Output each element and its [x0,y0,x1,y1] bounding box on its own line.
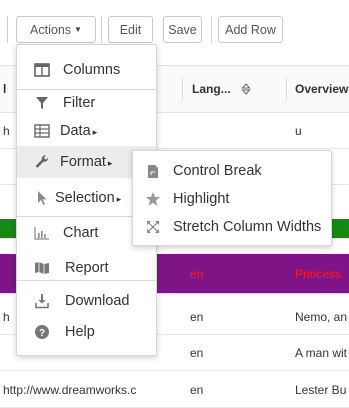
menu-item-label: Help [65,324,95,340]
column-separator [286,77,287,101]
table-cell[interactable]: Nemo, an [295,299,349,334]
add-row-button-label: Add Row [225,22,276,37]
menu-item-label: Chart [63,225,99,241]
table-cell[interactable]: en [190,254,280,293]
table-cell[interactable] [190,113,280,148]
download-icon [33,292,51,310]
caret-down-icon: ▼ [74,25,82,34]
toolbar-divider [101,16,102,43]
cursor-icon [33,189,51,207]
format-submenu: Control Break Highlight Stretch Column W… [132,150,332,246]
menu-item-label: Selection [55,190,115,206]
sort-icon[interactable] [241,83,251,95]
toolbar: Actions ▼ Edit Save Add Row [0,0,349,48]
edit-button-label: Edit [119,22,142,37]
add-row-button[interactable]: Add Row [218,16,283,43]
table-cell[interactable]: en [190,335,280,370]
column-header[interactable]: l [3,66,6,112]
menu-item-label: Format [60,154,106,170]
toolbar-divider [7,16,8,43]
table-row[interactable]: http://www.dreamworks.c en Lester Bu [0,372,349,408]
table-cell[interactable]: u [295,113,349,148]
menu-item-label: Filter [63,95,96,111]
menu-item-columns[interactable]: Columns [17,54,156,86]
help-icon: ? [33,323,51,341]
submenu-arrow-icon: ▸ [116,194,122,204]
menu-item-help[interactable]: ? Help [17,316,156,348]
submenu-arrow-icon: ▸ [107,158,113,168]
submenu-item-label: Highlight [173,191,230,207]
column-header-language[interactable]: Lang... [192,66,251,112]
menu-item-label: Report [65,260,109,276]
actions-button-label: Actions [30,22,72,37]
save-button-label: Save [168,22,197,37]
toolbar-divider [211,16,212,43]
table-cell[interactable]: Princess [295,254,349,293]
edit-button[interactable]: Edit [108,16,153,43]
stretch-icon [145,219,161,235]
menu-item-download[interactable]: Download [17,285,156,317]
menu-divider [17,280,156,281]
actions-button[interactable]: Actions ▼ [16,16,96,43]
menu-item-data[interactable]: Data ▸ [17,115,156,147]
control-break-icon [145,163,161,179]
data-table-icon [33,122,51,140]
column-header-overview[interactable]: Overview [295,66,348,112]
submenu-item-label: Control Break [173,163,262,179]
report-map-icon [33,259,51,277]
submenu-item-control-break[interactable]: Control Break [133,157,331,185]
save-button[interactable]: Save [163,16,202,43]
svg-text:?: ? [39,328,45,339]
wrench-icon [33,153,51,171]
submenu-arrow-icon: ▸ [92,127,98,137]
menu-item-label: Data [60,123,91,139]
column-header-label: Overview [295,82,349,96]
filter-icon [33,94,51,112]
star-icon [145,191,161,207]
columns-icon [33,61,51,79]
menu-item-label: Download [65,293,130,309]
chart-icon [33,224,51,242]
menu-item-label: Columns [63,62,121,78]
column-header-label: l [3,82,7,96]
table-cell[interactable]: A man wit [295,335,349,370]
table-cell[interactable]: en [190,299,280,334]
submenu-item-label: Stretch Column Widths [173,219,322,235]
column-header-label: Lang... [192,82,231,96]
submenu-item-stretch-column-widths[interactable]: Stretch Column Widths [133,213,331,241]
column-separator [182,77,183,101]
submenu-item-highlight[interactable]: Highlight [133,185,331,213]
